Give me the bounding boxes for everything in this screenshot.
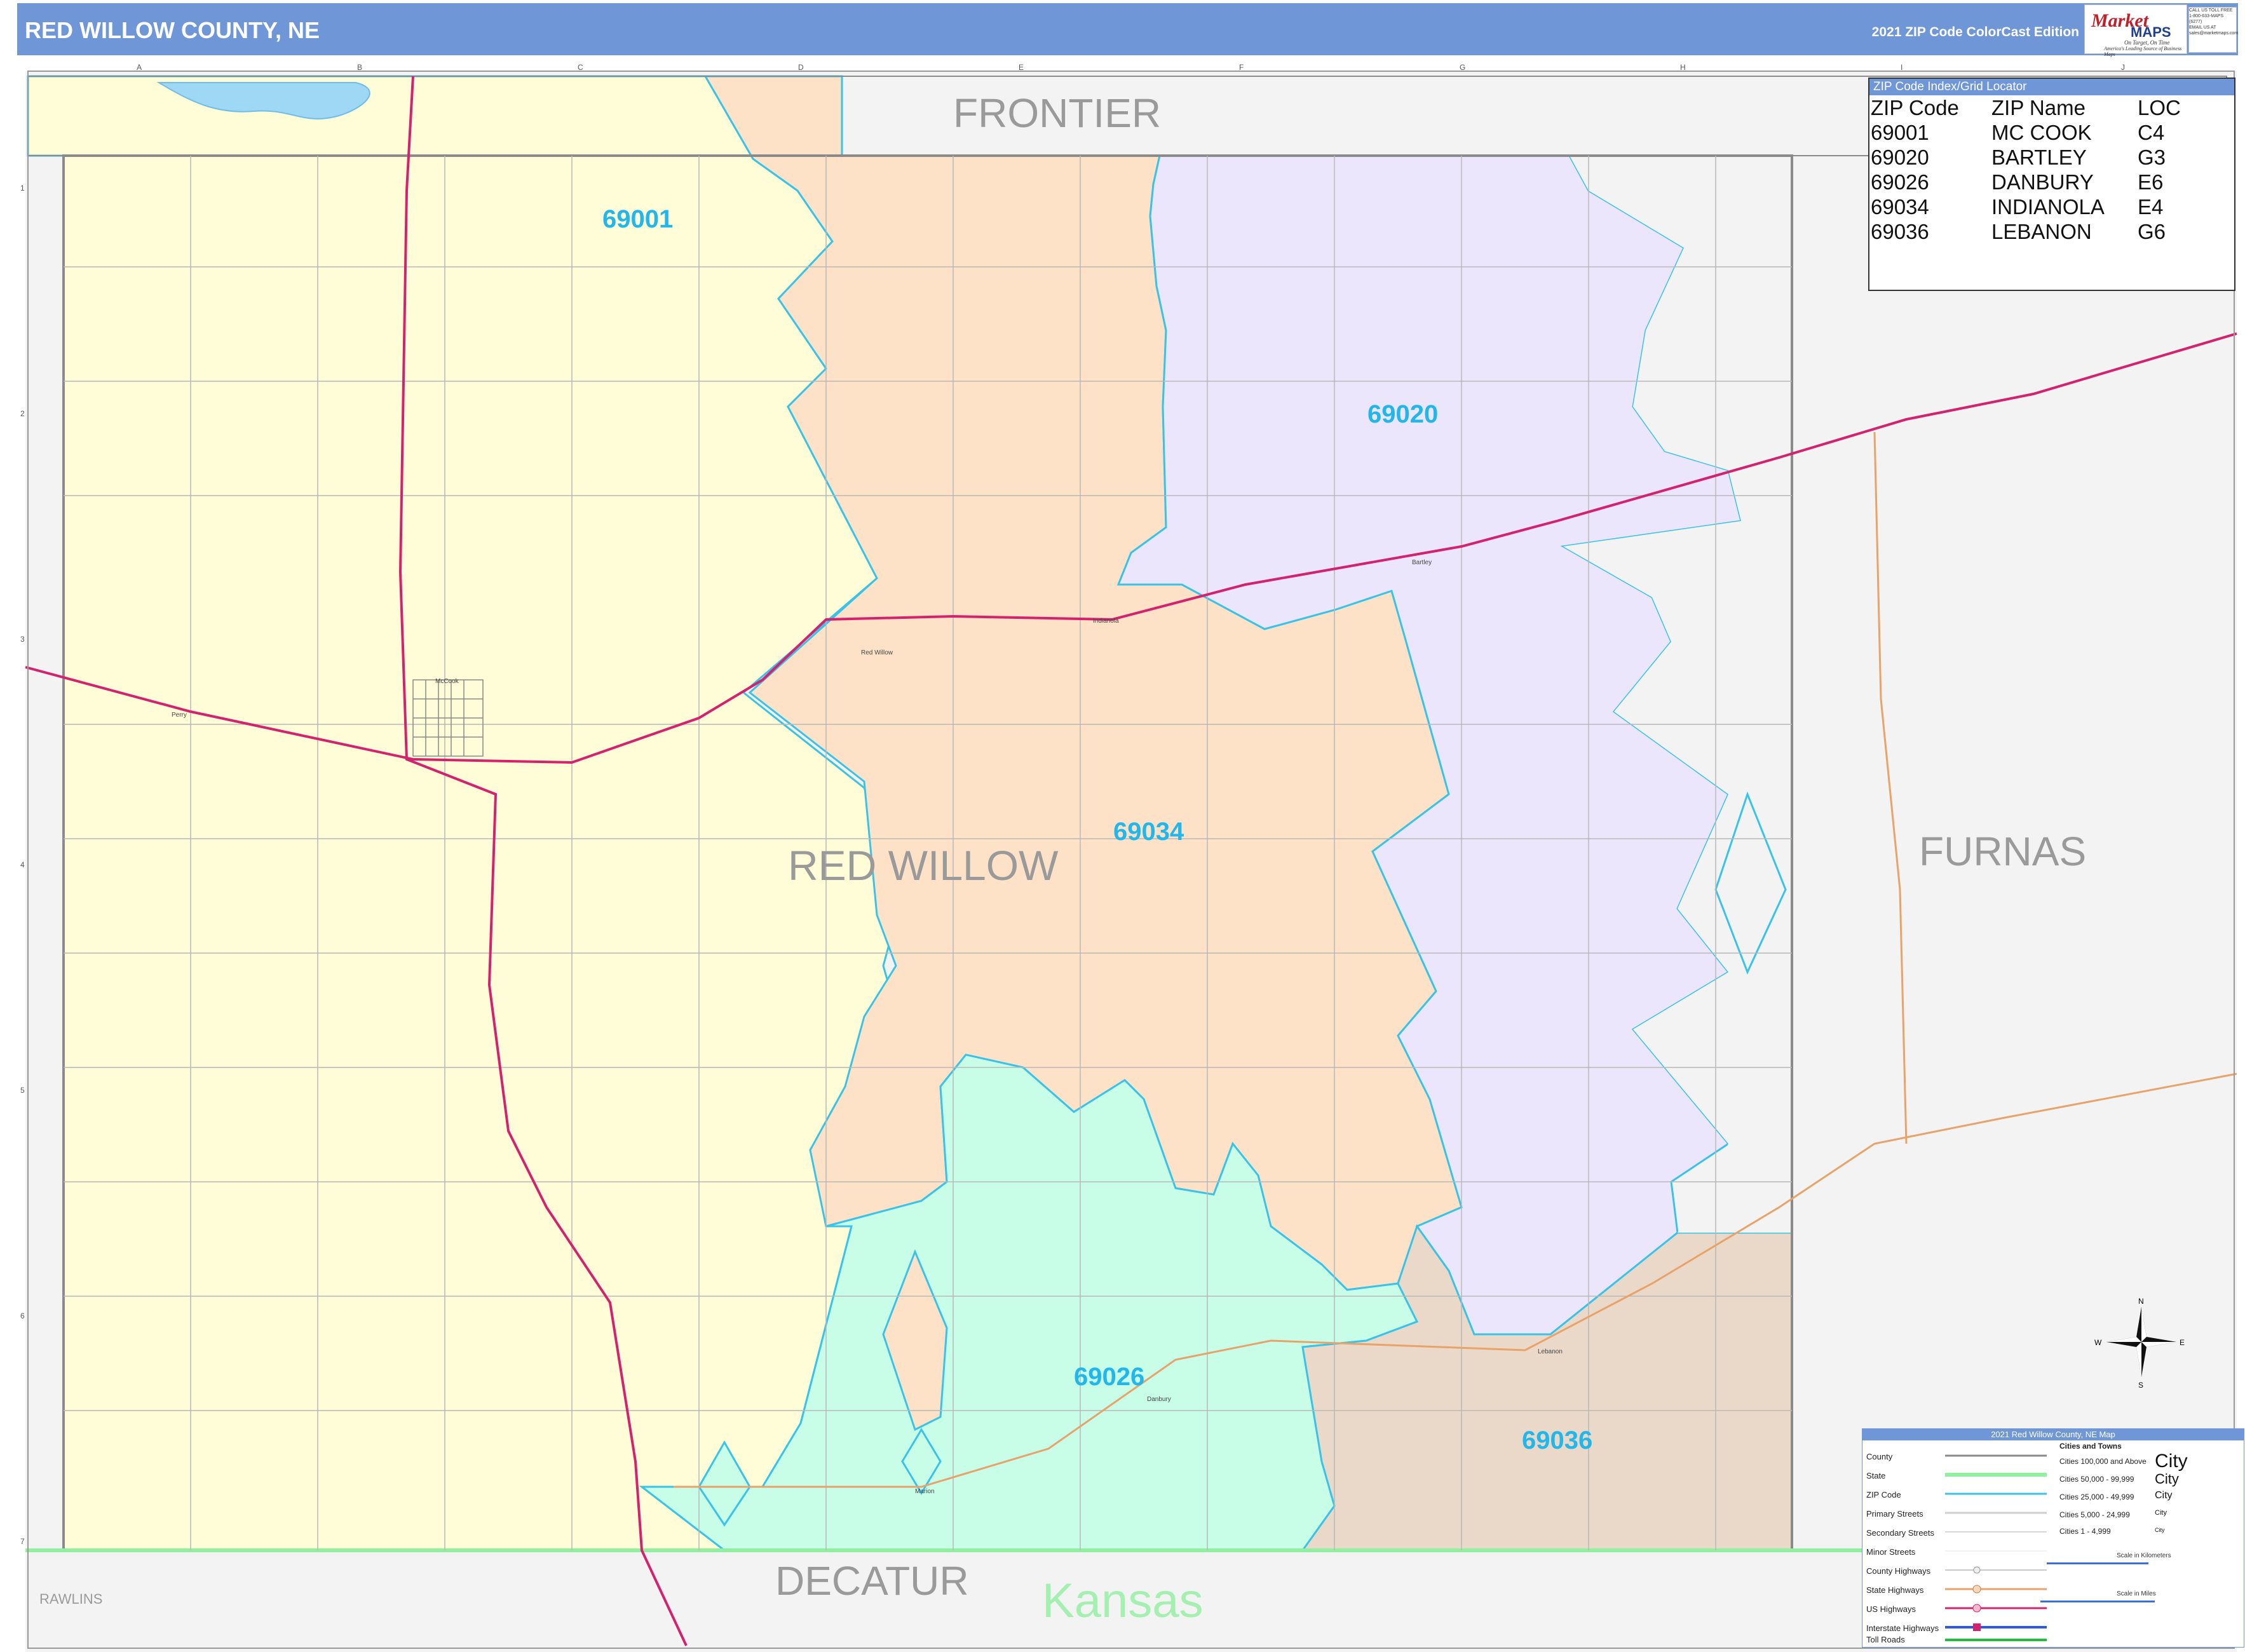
- town-label: Marion: [915, 1488, 935, 1495]
- grid-col-label: H: [1680, 63, 1686, 72]
- zip-code-cell: 69036: [1871, 219, 1929, 243]
- grid-row-label: 7: [20, 1537, 25, 1546]
- compass-n: N: [2138, 1297, 2144, 1306]
- zip-code-index: ZIP Code Index/Grid Locator ZIP Code ZIP…: [1868, 78, 2235, 291]
- legend-city-sample: City: [2155, 1490, 2173, 1501]
- zip-index-col-header: LOC: [2138, 95, 2181, 119]
- grid-col-label: D: [798, 63, 804, 72]
- scale-km-label: Scale in Kilometers: [2117, 1552, 2171, 1559]
- legend-item: ZIP Code: [1866, 1490, 1901, 1500]
- grid-col-label: A: [137, 63, 142, 72]
- zip-index-table: ZIP Code ZIP Name LOC 69001 MC COOK C4 6…: [1871, 95, 2181, 244]
- legend-symbols: [1945, 1454, 2047, 1641]
- zip-loc-cell: E4: [2138, 194, 2164, 219]
- county-label-red-willow: RED WILLOW: [788, 842, 1059, 889]
- grid-col-label: G: [1460, 63, 1465, 72]
- town-label: Perry: [172, 712, 187, 719]
- table-row: 69034 INDIANOLA E4: [1871, 194, 2181, 219]
- zip-name-cell: INDIANOLA: [1991, 194, 2105, 219]
- legend-item: Primary Streets: [1866, 1509, 1923, 1519]
- legend-title: 2021 Red Willow County, NE Map: [1862, 1429, 2244, 1440]
- zip-name-cell: MC COOK: [1991, 120, 2092, 144]
- zip-label-69026: 69026: [1074, 1363, 1144, 1391]
- zip-loc-cell: G6: [2138, 219, 2166, 243]
- legend-city-sample: City: [2155, 1509, 2167, 1517]
- zip-index-header-row: ZIP Code ZIP Name LOC: [1871, 95, 2181, 120]
- zip-loc-cell: E6: [2138, 170, 2164, 194]
- legend-item: Secondary Streets: [1866, 1528, 1934, 1538]
- town-label: Indianola: [1093, 618, 1119, 625]
- grid-col-label: B: [357, 63, 362, 72]
- map-legend: 2021 Red Willow County, NE Map County St…: [1862, 1428, 2244, 1648]
- legend-city-sample: City: [2155, 1471, 2179, 1487]
- town-label: Danbury: [1147, 1396, 1171, 1403]
- compass-w: W: [2094, 1338, 2102, 1347]
- zip-code-cell: 69034: [1871, 194, 1929, 219]
- grid-col-label: I: [1901, 63, 1902, 72]
- town-label: Lebanon: [1538, 1348, 1563, 1355]
- table-row: 69020 BARTLEY G3: [1871, 145, 2181, 170]
- grid-row-label: 1: [20, 184, 25, 193]
- zip-name-cell: DANBURY: [1991, 170, 2094, 194]
- grid-col-label: C: [578, 63, 583, 72]
- zip-name-cell: LEBANON: [1991, 219, 2092, 243]
- legend-city-class: Cities 50,000 - 99,999: [2059, 1475, 2134, 1484]
- zip-label-69034: 69034: [1113, 818, 1184, 846]
- legend-city-class: Cities 5,000 - 24,999: [2059, 1510, 2130, 1519]
- grid-row-label: 2: [20, 409, 25, 418]
- zip-index-col-header: ZIP Name: [1991, 95, 2086, 119]
- scale-mi-bar: [2040, 1601, 2155, 1608]
- legend-city-class: Cities 100,000 and Above: [2059, 1457, 2147, 1466]
- zip-code-cell: 69020: [1871, 145, 1929, 169]
- zip-index-col-header: ZIP Code: [1871, 95, 1959, 119]
- state-label-kansas: Kansas: [1042, 1574, 1204, 1628]
- legend-item: State Highways: [1866, 1585, 1924, 1595]
- compass-e: E: [2180, 1338, 2185, 1347]
- legend-item: County: [1866, 1452, 1893, 1461]
- grid-col-label: J: [2121, 63, 2125, 72]
- town-label: McCook: [435, 678, 459, 685]
- zip-loc-cell: G3: [2138, 145, 2166, 169]
- legend-city-sample: City: [2155, 1451, 2188, 1472]
- zip-code-cell: 69001: [1871, 120, 1929, 144]
- zip-name-cell: BARTLEY: [1991, 145, 2087, 169]
- grid-rows: 1 2 3 4 5 6 7: [20, 184, 25, 1546]
- zip-area-69001[interactable]: [27, 75, 904, 1552]
- grid-row-label: 4: [20, 860, 25, 869]
- legend-item: Interstate Highways: [1866, 1623, 1939, 1633]
- town-label: Red Willow: [861, 649, 893, 656]
- legend-item: State: [1866, 1471, 1886, 1480]
- scale-mi-label: Scale in Miles: [2117, 1590, 2156, 1597]
- legend-city-sample: City: [2155, 1527, 2165, 1533]
- legend-item: Minor Streets: [1866, 1547, 1916, 1557]
- zip-loc-cell: C4: [2138, 120, 2165, 144]
- legend-item: US Highways: [1866, 1604, 1916, 1614]
- legend-cities-header: Cities and Towns: [2059, 1442, 2122, 1451]
- table-row: 69001 MC COOK C4: [1871, 120, 2181, 145]
- county-label-decatur: DECATUR: [775, 1558, 969, 1604]
- grid-row-label: 5: [20, 1086, 25, 1095]
- grid-row-label: 3: [20, 635, 25, 644]
- grid-col-label: E: [1019, 63, 1024, 72]
- legend-item: County Highways: [1866, 1566, 1931, 1576]
- zip-label-69020: 69020: [1367, 400, 1438, 428]
- zip-code-cell: 69026: [1871, 170, 1929, 194]
- zip-label-69036: 69036: [1522, 1426, 1592, 1454]
- table-row: 69026 DANBURY E6: [1871, 170, 2181, 194]
- zip-label-69001: 69001: [602, 205, 673, 233]
- grid-col-label: F: [1239, 63, 1244, 72]
- grid-columns: A B C D E F G H I J: [137, 63, 2125, 72]
- legend-city-class: Cities 1 - 4,999: [2059, 1527, 2111, 1536]
- table-row: 69036 LEBANON G6: [1871, 219, 2181, 244]
- county-label-rawlins: RAWLINS: [39, 1591, 102, 1607]
- legend-city-class: Cities 25,000 - 49,999: [2059, 1493, 2134, 1501]
- scale-km-bar: [2047, 1562, 2148, 1569]
- grid-row-label: 6: [20, 1311, 25, 1320]
- zip-index-header: ZIP Code Index/Grid Locator: [1869, 79, 2234, 95]
- county-label-furnas: FURNAS: [1919, 829, 2086, 874]
- compass-s: S: [2138, 1381, 2143, 1390]
- town-label: Bartley: [1412, 559, 1432, 566]
- county-label-frontier: FRONTIER: [953, 90, 1161, 136]
- legend-item: Toll Roads: [1866, 1635, 1905, 1644]
